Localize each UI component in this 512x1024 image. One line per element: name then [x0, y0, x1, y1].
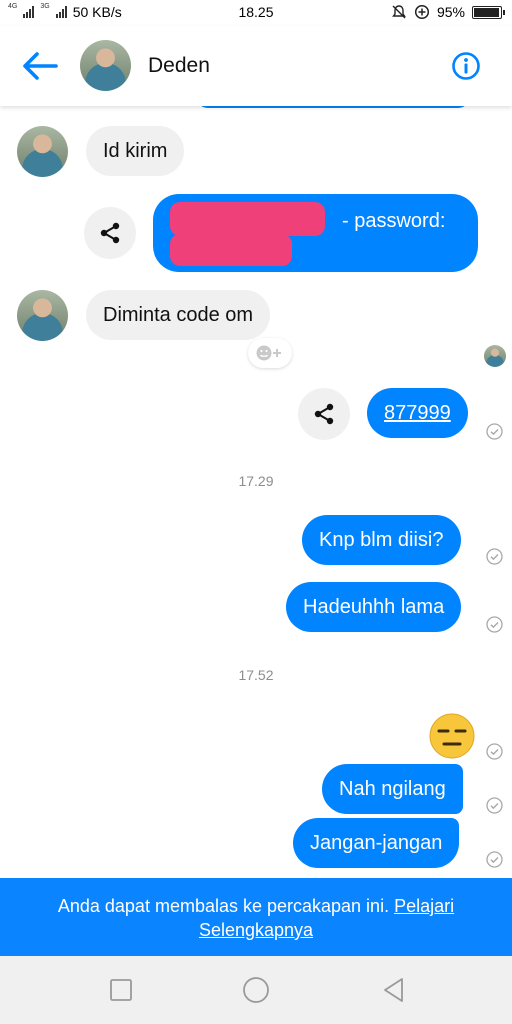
seen-avatar: [484, 345, 506, 367]
delivered-check-icon: [486, 743, 503, 760]
timestamp: 17.29: [238, 473, 274, 489]
add-reaction-icon: [256, 345, 281, 361]
message-bubble-incoming[interactable]: Id kirim: [86, 126, 185, 176]
delivered-check-icon: [486, 616, 503, 633]
status-bar: 4G 3G 50 KB/s 18.25 95%: [0, 0, 512, 26]
share-icon: [314, 403, 334, 425]
message-bubble-outgoing[interactable]: Knp blm diisi?: [302, 515, 461, 565]
sender-avatar[interactable]: [17, 290, 68, 341]
sender-avatar[interactable]: [17, 126, 68, 177]
status-right: 95%: [391, 4, 505, 20]
reply-notice-banner: Anda dapat membalas ke percakapan ini. P…: [0, 878, 512, 956]
share-button[interactable]: [84, 207, 136, 259]
delivered-check-icon: [486, 851, 503, 868]
message-bubble-outgoing[interactable]: Nah ngilang: [322, 764, 463, 814]
message-link[interactable]: 877999: [384, 402, 451, 424]
message-bubble-partial[interactable]: [196, 106, 470, 108]
battery-percent: 95%: [436, 4, 465, 20]
back-nav-icon[interactable]: [382, 977, 406, 1003]
back-arrow-icon[interactable]: [22, 51, 58, 81]
battery-icon: [472, 5, 505, 19]
system-navigation-bar: [0, 956, 512, 1024]
share-button[interactable]: [298, 388, 350, 440]
contact-avatar[interactable]: [80, 40, 131, 91]
chat-header: Deden: [0, 26, 512, 106]
recent-apps-icon[interactable]: [109, 978, 133, 1002]
delivered-check-icon: [486, 548, 503, 565]
message-suffix: - password:: [342, 210, 446, 232]
message-bubble-outgoing[interactable]: 877999: [367, 388, 468, 438]
home-icon[interactable]: [242, 976, 270, 1004]
data-saver-icon: [414, 4, 430, 20]
timestamp: 17.52: [238, 667, 274, 683]
reply-notice-text: Anda dapat membalas ke percakapan ini.: [57, 896, 390, 916]
info-icon[interactable]: [451, 51, 481, 81]
message-bubble-outgoing[interactable]: Hadeuhhh lama: [286, 582, 462, 632]
mute-bell-icon: [392, 5, 406, 19]
add-reaction-button[interactable]: [248, 338, 292, 368]
redaction-mark: [170, 202, 325, 236]
delivered-check-icon: [486, 797, 503, 814]
redaction-mark-2: [170, 234, 292, 266]
share-icon: [100, 222, 120, 244]
message-bubble-incoming[interactable]: Diminta code om: [86, 290, 271, 340]
message-bubble-outgoing[interactable]: Jangan-jangan: [293, 818, 460, 868]
emoji-message[interactable]: [428, 712, 476, 760]
delivered-check-icon: [486, 423, 503, 440]
expressionless-face-icon: [429, 713, 475, 759]
contact-name[interactable]: Deden: [148, 54, 210, 78]
conversation[interactable]: Id kirim - password: Diminta code om 877…: [0, 106, 512, 878]
